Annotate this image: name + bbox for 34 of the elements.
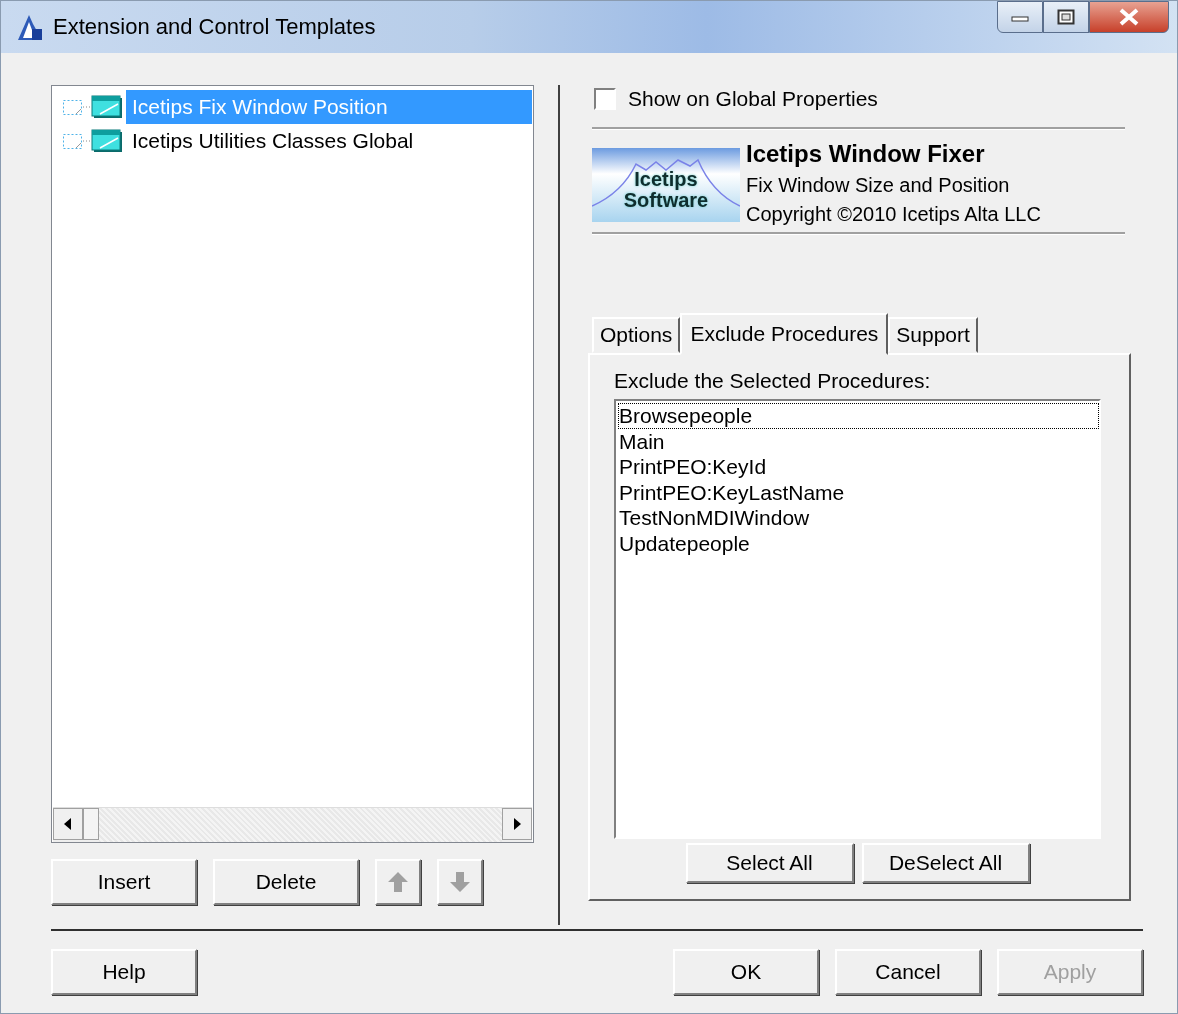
window-title: Extension and Control Templates bbox=[53, 14, 377, 40]
scroll-left-icon[interactable] bbox=[63, 817, 73, 831]
list-label: Exclude the Selected Procedures: bbox=[614, 369, 932, 393]
checkbox[interactable] bbox=[594, 88, 616, 110]
up-arrow-icon bbox=[387, 871, 409, 893]
template-tree[interactable]: Icetips Fix Window Position Icetips Utilities Classes Global bbox=[51, 85, 534, 843]
list-item[interactable]: Updatepeople bbox=[618, 530, 1099, 556]
list-item[interactable]: Browsepeople bbox=[618, 403, 1099, 429]
list-item[interactable]: PrintPEO:KeyLastName bbox=[618, 479, 1099, 505]
tree-item[interactable]: Icetips Utilities Classes Global bbox=[126, 124, 420, 158]
insert-button[interactable]: Insert bbox=[51, 859, 197, 905]
down-arrow-icon bbox=[449, 871, 471, 893]
copyright-text: Copyright ©2010 Icetips Alta LLC bbox=[746, 203, 1041, 226]
scrollbar-thumb[interactable] bbox=[83, 808, 99, 840]
scroll-right-icon[interactable] bbox=[512, 817, 522, 831]
company-logo: Icetips Software bbox=[592, 148, 740, 222]
procedure-list[interactable]: Browsepeople Main PrintPEO:KeyId PrintPEO:KeyLastName TestNonMDIWindow Updatepeople bbox=[614, 399, 1101, 839]
deselect-all-button[interactable]: DeSelect All bbox=[861, 843, 1030, 883]
tab[interactable]: Exclude Procedures bbox=[680, 313, 889, 355]
maximize-icon[interactable] bbox=[1057, 9, 1075, 25]
checkbox-label: Show on Global Properties bbox=[628, 87, 878, 111]
list-item[interactable]: TestNonMDIWindow bbox=[618, 505, 1099, 531]
list-item[interactable]: PrintPEO:KeyId bbox=[618, 454, 1099, 480]
tab[interactable]: Options bbox=[592, 317, 681, 353]
help-button[interactable]: Help bbox=[51, 949, 197, 995]
product-subtitle: Fix Window Size and Position bbox=[746, 174, 1011, 197]
cancel-button[interactable]: Cancel bbox=[835, 949, 981, 995]
close-icon[interactable] bbox=[1118, 8, 1140, 26]
product-title: Icetips Window Fixer bbox=[746, 140, 986, 168]
list-item[interactable]: Main bbox=[618, 428, 1099, 454]
select-all-button[interactable]: Select All bbox=[685, 843, 854, 883]
ok-button[interactable]: OK bbox=[673, 949, 819, 995]
delete-button[interactable]: Delete bbox=[213, 859, 359, 905]
tab[interactable]: Support bbox=[888, 317, 978, 353]
